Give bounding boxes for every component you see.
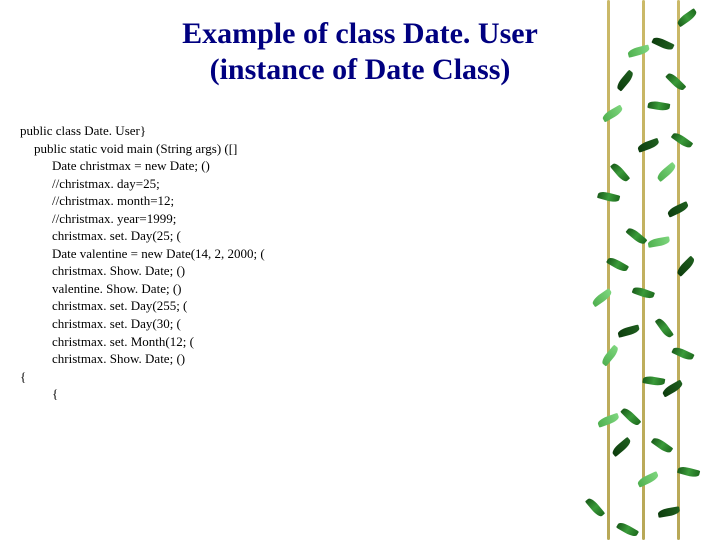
code-line: { (20, 368, 265, 386)
code-line: //christmax. month=12; (52, 192, 265, 210)
code-line: public class Date. User} (20, 122, 265, 140)
code-line: christmax. set. Day(255; ( (52, 297, 265, 315)
code-line: Date christmax = new Date; () (52, 157, 265, 175)
code-line: christmax. Show. Date; () (52, 350, 265, 368)
code-line: Date valentine = new Date(14, 2, 2000; ( (52, 245, 265, 263)
code-line: christmax. set. Day(30; ( (52, 315, 265, 333)
slide-title: Example of class Date. User (instance of… (0, 0, 720, 88)
code-line: //christmax. year=1999; (52, 210, 265, 228)
code-line: valentine. Show. Date; () (52, 280, 265, 298)
code-line: { (52, 385, 265, 403)
title-line-1: Example of class Date. User (0, 16, 720, 52)
slide: Example of class Date. User (instance of… (0, 0, 720, 540)
code-line: christmax. set. Day(25; ( (52, 227, 265, 245)
code-block: public class Date. User} public static v… (20, 122, 265, 403)
title-line-2: (instance of Date Class) (0, 52, 720, 88)
code-line: christmax. Show. Date; () (52, 262, 265, 280)
code-line: public static void main (String args) ([… (34, 140, 265, 158)
code-line: //christmax. day=25; (52, 175, 265, 193)
code-line: christmax. set. Month(12; ( (52, 333, 265, 351)
